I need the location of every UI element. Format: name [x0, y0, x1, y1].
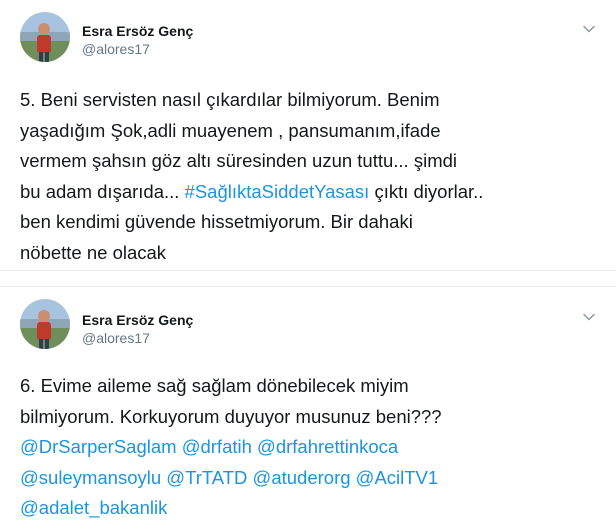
chevron-down-icon[interactable]	[582, 22, 596, 36]
tweet-text-segment: nöbette ne olacak	[20, 241, 167, 263]
tweet-line: vermem şahsın göz altı süresinden uzun t…	[20, 146, 605, 177]
tweet-text-segment: yaşadığım Şok,adli muayenem , pansumanım…	[20, 119, 441, 141]
tweet-text-segment: çıktı diyorlar..	[369, 180, 484, 202]
tweet-card[interactable]: Esra Ersöz Genç @alores17 5. Beni servis…	[0, 0, 616, 270]
tweet-line: yaşadığım Şok,adli muayenem , pansumanım…	[20, 116, 605, 147]
mention-link[interactable]: @TrTATD	[166, 467, 247, 488]
tweet-text-segment: 5. Beni servisten nasıl çıkardılar bilmi…	[20, 89, 440, 110]
tweet-text: 6. Evime aileme sağ sağlam dönebilecek m…	[20, 371, 605, 524]
avatar[interactable]	[20, 12, 70, 62]
mention-link[interactable]: @atuderorg	[253, 467, 351, 488]
tweet-line: bu adam dışarıda... #SağlıktaSiddetYasas…	[20, 177, 605, 208]
tweet-line: @DrSarperSaglam @drfatih @drfahrettinkoc…	[20, 432, 605, 463]
tweet-line: @adalet_bakanlik	[20, 493, 605, 524]
mention-link[interactable]: @adalet_bakanlik	[20, 497, 167, 518]
tweet-text: 5. Beni servisten nasıl çıkardılar bilmi…	[20, 85, 605, 268]
author-handle[interactable]: @alores17	[82, 41, 150, 57]
tweet-line: 5. Beni servisten nasıl çıkardılar bilmi…	[20, 85, 605, 116]
tweet-line: bilmiyorum. Korkuyorum duyuyor musunuz b…	[20, 402, 605, 433]
tweet-separator	[0, 270, 616, 287]
mention-link[interactable]: @AcilTV1	[356, 467, 439, 488]
mention-link[interactable]: @drfatih	[182, 436, 252, 457]
tweet-line: @suleymansoylu @TrTATD @atuderorg @AcilT…	[20, 463, 605, 494]
tweet-line: 6. Evime aileme sağ sağlam dönebilecek m…	[20, 371, 605, 402]
tweet-line: nöbette ne olacak	[20, 238, 605, 269]
hashtag-link[interactable]: #SağlıktaSiddetYasası	[185, 181, 370, 202]
tweet-text-segment: ben kendimi güvende hissetmiyorum. Bir d…	[20, 211, 413, 232]
tweet-text-segment: bu adam dışarıda...	[20, 180, 185, 202]
mention-link[interactable]: @drfahrettinkoca	[257, 436, 398, 457]
author-handle[interactable]: @alores17	[82, 330, 150, 346]
mention-link[interactable]: @suleymansoylu	[20, 467, 161, 488]
chevron-down-icon[interactable]	[582, 310, 596, 324]
mention-link[interactable]: @DrSarperSaglam	[20, 436, 177, 457]
author-name[interactable]: Esra Ersöz Genç	[82, 312, 193, 328]
tweet-text-segment: bilmiyorum. Korkuyorum duyuyor musunuz b…	[20, 405, 442, 427]
tweet-text-segment: vermem şahsın göz altı süresinden uzun t…	[20, 150, 458, 171]
tweet-text-segment: 6. Evime aileme sağ sağlam dönebilecek m…	[20, 375, 409, 396]
tweet-line: ben kendimi güvende hissetmiyorum. Bir d…	[20, 207, 605, 238]
tweet-card[interactable]: Esra Ersöz Genç @alores17 6. Evime ailem…	[0, 287, 616, 529]
author-name[interactable]: Esra Ersöz Genç	[82, 23, 193, 39]
avatar[interactable]	[20, 299, 70, 349]
